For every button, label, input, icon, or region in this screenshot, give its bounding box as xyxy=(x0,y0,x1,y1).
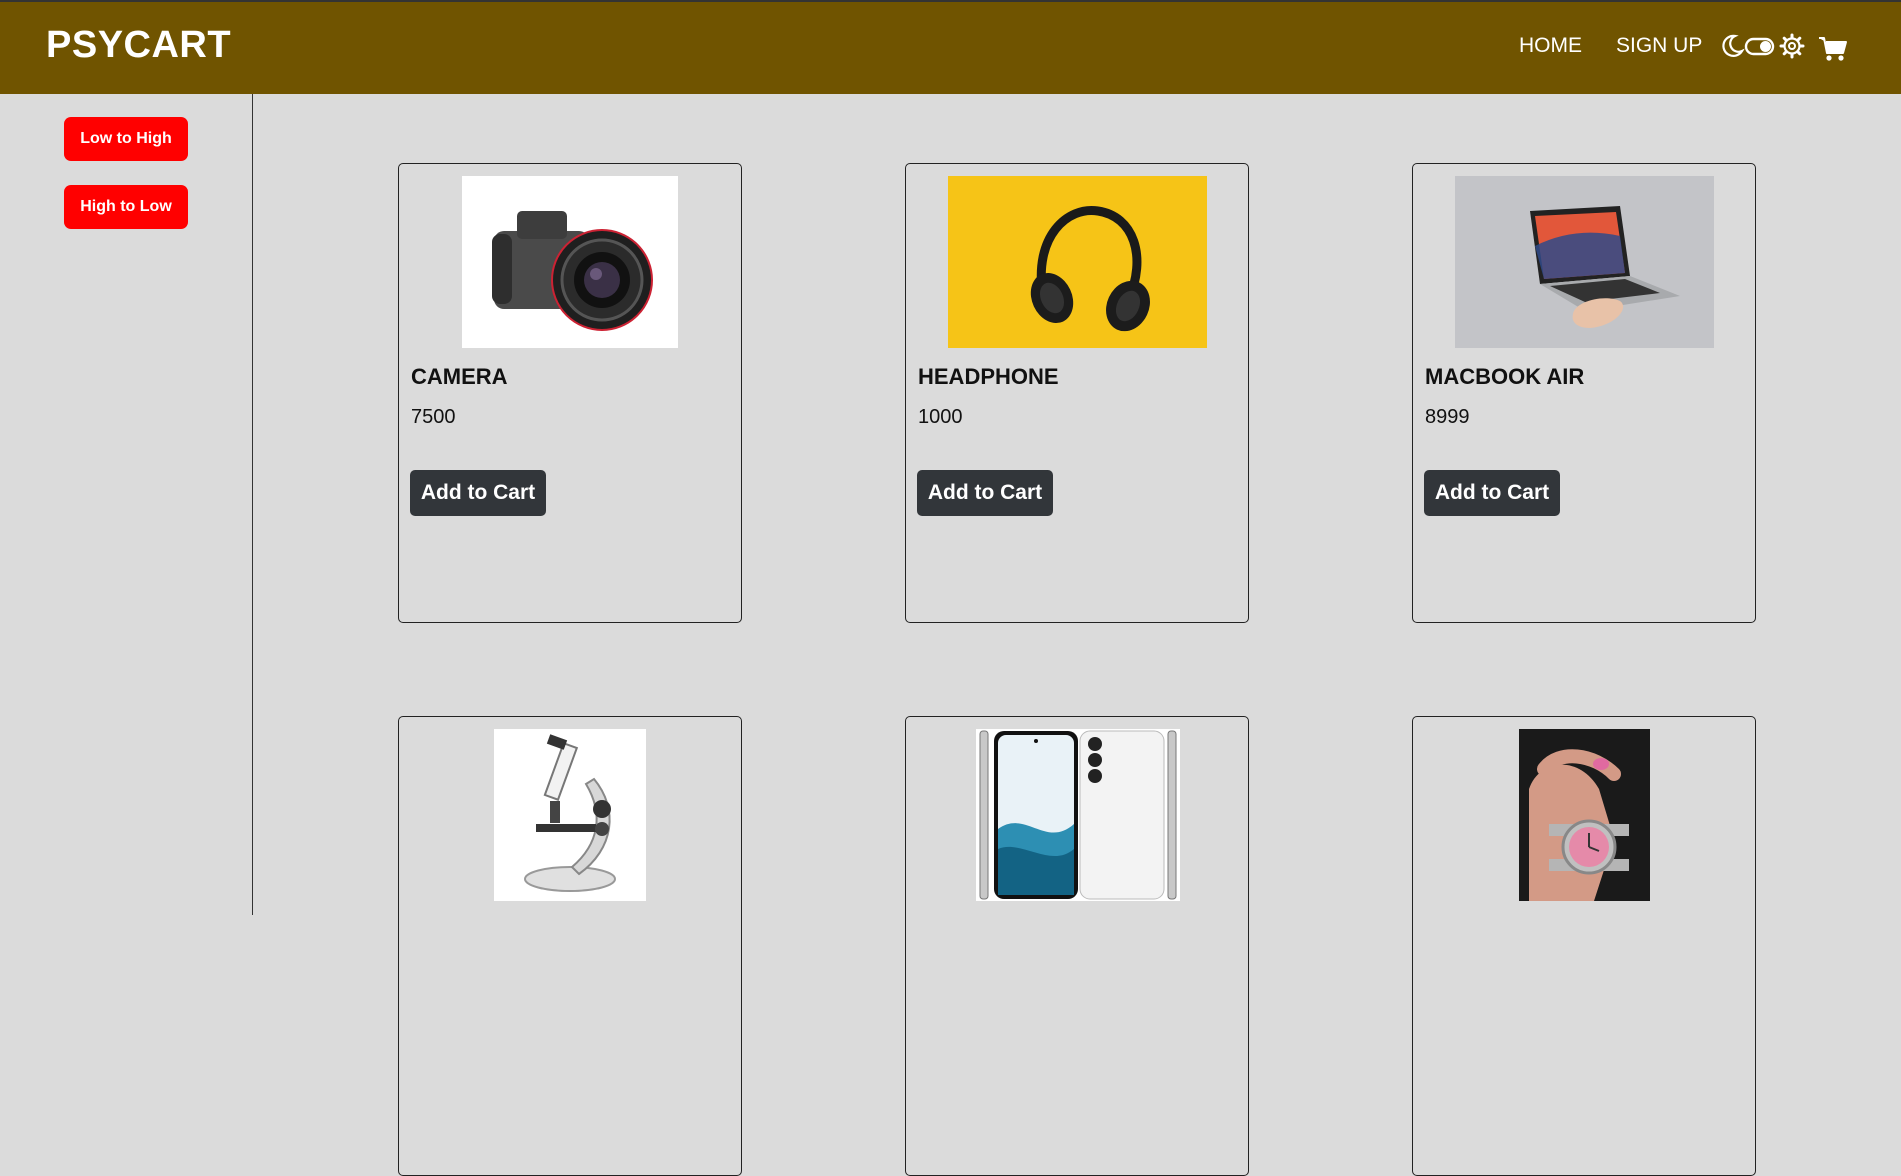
add-to-cart-button[interactable]: Add to Cart xyxy=(917,470,1053,516)
gear-icon[interactable] xyxy=(1778,32,1806,60)
product-image-camera xyxy=(462,176,678,348)
product-name: CAMERA xyxy=(411,364,508,389)
product-name: HEADPHONE xyxy=(918,364,1059,389)
product-image-smartphone xyxy=(976,729,1180,901)
sort-high-to-low-button[interactable]: High to Low xyxy=(64,185,188,229)
product-card-headphone: HEADPHONE 1000 Add to Cart xyxy=(905,163,1249,623)
product-name: MACBOOK AIR xyxy=(1425,364,1585,389)
sidebar: Low to High High to Low xyxy=(0,94,253,915)
add-to-cart-button[interactable]: Add to Cart xyxy=(410,470,546,516)
sort-low-to-high-button[interactable]: Low to High xyxy=(64,117,188,161)
nav-home-link[interactable]: HOME xyxy=(1519,34,1582,58)
nav-signup-link[interactable]: SIGN UP xyxy=(1616,34,1702,58)
product-image-laptop xyxy=(1455,176,1714,348)
add-to-cart-button[interactable]: Add to Cart xyxy=(1424,470,1560,516)
moon-icon[interactable] xyxy=(1718,32,1746,60)
product-card-camera: CAMERA 7500 Add to Cart xyxy=(398,163,742,623)
product-image-microscope xyxy=(494,729,646,901)
product-card-wristwatch xyxy=(1412,716,1756,1176)
cart-icon[interactable] xyxy=(1818,35,1848,63)
product-card-macbook-air: MACBOOK AIR 8999 Add to Cart xyxy=(1412,163,1756,623)
product-image-wristwatch xyxy=(1519,729,1650,901)
toggle-icon[interactable] xyxy=(1744,32,1776,60)
product-price: 7500 xyxy=(411,406,456,428)
product-price: 8999 xyxy=(1425,406,1470,428)
product-price: 1000 xyxy=(918,406,963,428)
product-image-headphone xyxy=(948,176,1207,348)
navbar: PSYCART HOME SIGN UP xyxy=(0,2,1901,94)
product-card-smartphone xyxy=(905,716,1249,1176)
product-card-microscope xyxy=(398,716,742,1176)
brand-logo[interactable]: PSYCART xyxy=(46,24,231,67)
